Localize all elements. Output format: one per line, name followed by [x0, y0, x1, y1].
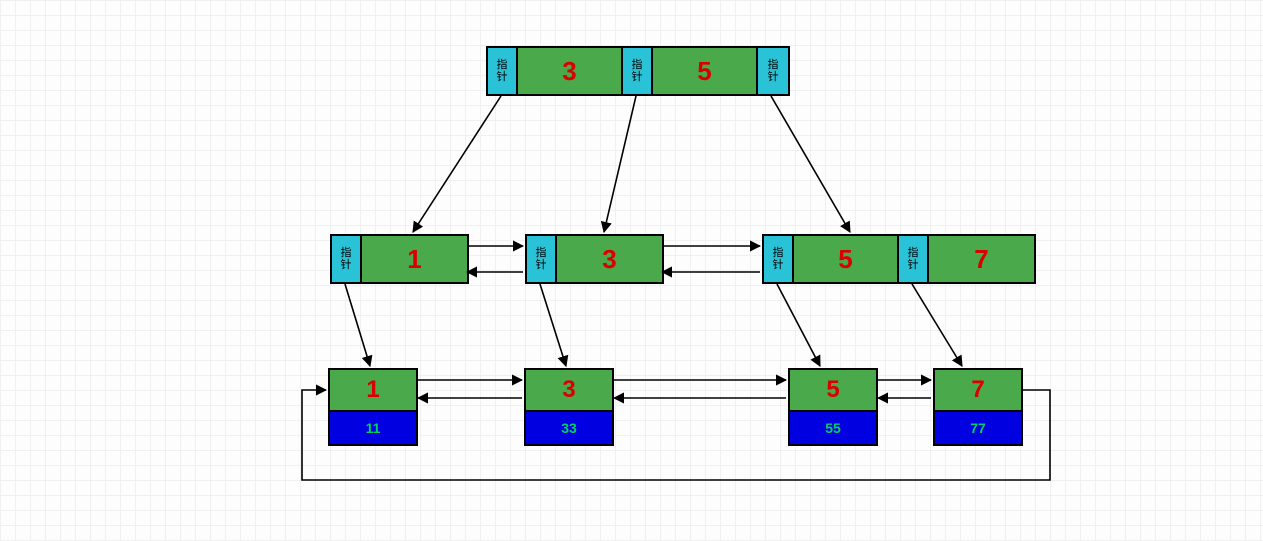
leaf-value: 11	[330, 412, 416, 444]
pointer-cell: 指针	[623, 48, 653, 94]
leaf-node-1: 1 11	[328, 368, 418, 446]
pointer-cell: 指针	[764, 236, 794, 282]
key-cell: 5	[794, 236, 899, 282]
leaf-node-4: 7 77	[933, 368, 1023, 446]
key-cell: 3	[557, 236, 662, 282]
leaf-key: 3	[526, 370, 612, 412]
internal-node-2: 指针 3	[525, 234, 664, 284]
leaf-node-3: 5 55	[788, 368, 878, 446]
pointer-cell: 指针	[899, 236, 929, 282]
key-cell: 5	[653, 48, 758, 94]
internal-node-1: 指针 1	[330, 234, 469, 284]
key-cell: 1	[362, 236, 467, 282]
root-node: 指针 3 指针 5 指针	[486, 46, 790, 96]
leaf-value: 55	[790, 412, 876, 444]
internal-node-3: 指针 5 指针 7	[762, 234, 1036, 284]
leaf-value: 77	[935, 412, 1021, 444]
leaf-value: 33	[526, 412, 612, 444]
key-cell: 3	[518, 48, 623, 94]
pointer-cell: 指针	[488, 48, 518, 94]
leaf-node-2: 3 33	[524, 368, 614, 446]
leaf-key: 5	[790, 370, 876, 412]
pointer-cell: 指针	[527, 236, 557, 282]
pointer-cell: 指针	[758, 48, 788, 94]
leaf-key: 1	[330, 370, 416, 412]
leaf-key: 7	[935, 370, 1021, 412]
pointer-cell: 指针	[332, 236, 362, 282]
key-cell: 7	[929, 236, 1034, 282]
